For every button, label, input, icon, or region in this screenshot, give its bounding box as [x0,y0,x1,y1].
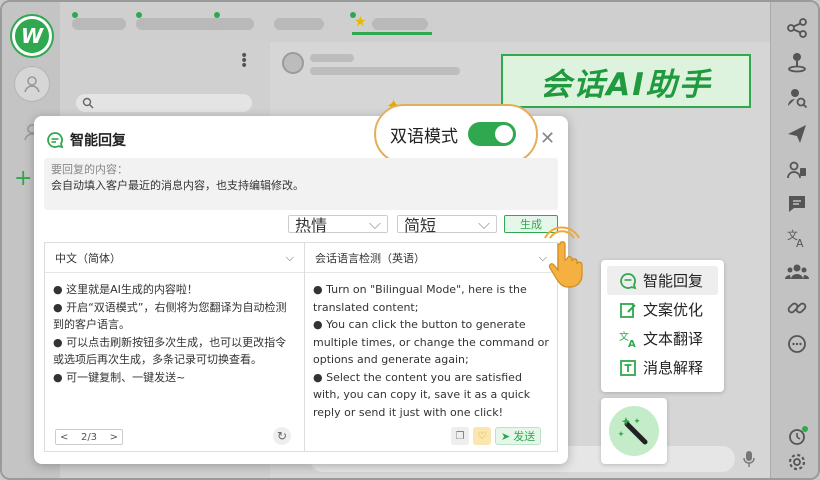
menu-item-smart-reply[interactable]: 智能回复 [607,266,718,295]
ai-assistant-button[interactable] [601,398,667,464]
chat-icon [47,132,64,149]
menu-item-message-explain[interactable]: 消息解释 [607,353,718,382]
app-window: W + ★ • • • 文 A 会话AI助手 智能回复 双语模式 ✕ 要回复的内… [0,0,820,480]
send-button[interactable]: ➤ 发送 [495,427,542,445]
feature-banner: 会话AI助手 [501,54,751,108]
source-language-pane: 中文（简体） ⌵ ● 这里就是AI生成的内容啦！ ● 开启“双语模式”，右侧将为… [45,243,305,451]
result-panes: 中文（简体） ⌵ ● 这里就是AI生成的内容啦！ ● 开启“双语模式”，右侧将为… [44,242,558,452]
location-user-icon[interactable] [783,48,811,76]
target-language-select[interactable]: 会话语言检测（英语） ⌵ [305,243,557,273]
content-line: ● 可一键复制、一键发送~ [53,370,186,384]
target-language-pane: 会话语言检测（英语） ⌵ ● Turn on "Bilingual Mode",… [305,243,557,451]
menu-item-label: 消息解释 [643,359,704,377]
chat-icon [620,272,637,289]
send-plane-icon[interactable] [783,120,811,148]
tone-select-value: 热情 [295,216,328,235]
content-line: ● Turn on "Bilingual Mode", here is the … [313,283,527,314]
dialog-title-text: 智能回复 [70,133,126,149]
user-search-icon[interactable] [783,84,811,112]
menu-item-label: 文案优化 [643,301,704,319]
tab-3[interactable] [214,18,254,30]
svg-text:A: A [796,237,804,249]
send-plane-icon: ➤ [501,429,511,443]
microphone-icon[interactable] [742,450,756,472]
tone-select[interactable]: 热情 ⌵ [288,214,388,235]
magic-wand-icon [609,406,659,456]
generated-content[interactable]: ● 这里就是AI生成的内容啦！ ● 开启“双语模式”，右侧将为您翻译为自动检测到… [45,273,304,394]
contact-avatar [282,52,304,74]
content-line: ● You can click the button to generate m… [313,318,549,366]
chevron-down-icon: ⌵ [477,214,490,233]
user-avatar-icon[interactable] [14,66,50,102]
tab-1[interactable] [72,18,126,30]
menu-item-copy-optimize[interactable]: 文案优化 [607,295,718,324]
tab-5[interactable] [372,18,428,30]
dialog-title: 智能回复 [46,130,126,150]
share-icon[interactable] [783,14,811,42]
app-logo[interactable]: W [12,16,52,56]
tab-4[interactable] [274,18,324,30]
ai-feature-menu: 智能回复 文案优化 文A 文本翻译 消息解释 [601,260,724,392]
content-line: ● 开启“双语模式”，右侧将为您翻译为自动检测到的客户语言。 [53,300,287,332]
tab-bar: ★ [60,2,770,42]
edit-icon [620,302,636,318]
copy-icon[interactable]: ❐ [451,427,469,445]
menu-item-label: 智能回复 [643,272,704,290]
support-chat-icon[interactable] [783,330,811,358]
pointing-hand-icon [542,224,594,292]
settings-gear-icon[interactable] [783,448,811,476]
message-icon[interactable] [783,190,811,218]
result-actions: ❐ ♡ ➤ 发送 [451,427,542,445]
close-icon[interactable]: ✕ [540,128,555,149]
content-line: ● 这里就是AI生成的内容啦！ [53,283,198,296]
chevron-down-icon: ⌵ [285,250,294,264]
banner-title: 会话AI助手 [540,66,712,103]
add-icon[interactable]: + [14,168,34,190]
next-page-button[interactable]: > [110,432,118,443]
chevron-down-icon: ⌵ [368,214,381,233]
active-tab-indicator [352,32,432,35]
link-icon[interactable] [783,294,811,322]
contacts-group-icon[interactable] [783,156,811,184]
source-text: 会自动填入客户最近的消息内容，也支持编辑修改。 [51,179,304,192]
more-icon[interactable]: • • • [240,49,248,73]
bilingual-mode-toggle[interactable] [468,122,516,146]
smart-reply-dialog: 智能回复 ✦ 双语模式 ✕ 要回复的内容： 会自动填入客户最近的消息内容，也支持… [34,96,568,464]
alarm-clock-icon[interactable] [783,422,811,450]
source-hint: 要回复的内容： [51,163,128,176]
source-language-label: 中文（简体） [55,251,121,265]
search-input[interactable] [76,94,252,112]
page-indicator: 2/3 [80,431,98,443]
search-icon [82,97,94,109]
result-pager: < 2/3 > [55,429,123,445]
star-icon: ★ [354,14,367,30]
source-language-select[interactable]: 中文（简体） ⌵ [45,243,304,273]
source-content-box[interactable]: 要回复的内容： 会自动填入客户最近的消息内容，也支持编辑修改。 [44,158,558,210]
team-icon[interactable] [783,258,811,286]
translate-icon[interactable]: 文A [783,224,811,252]
content-line: ● 可以点击刷新按钮多次生成，也可以更改指令或选项后再次生成，多条记录可切换查看… [53,335,287,367]
right-toolbar: 文A [770,2,818,478]
translated-content[interactable]: ● Turn on "Bilingual Mode", here is the … [305,273,557,429]
svg-text:A: A [628,339,636,348]
target-language-label: 会话语言检测（英语） [315,251,425,265]
refresh-icon[interactable]: ↻ [273,427,291,445]
send-button-label: 发送 [513,430,536,443]
length-select[interactable]: 简短 ⌵ [397,214,497,235]
heart-icon[interactable]: ♡ [473,427,491,445]
length-select-value: 简短 [404,216,437,235]
prev-page-button[interactable]: < [60,432,68,443]
contact-status-placeholder [310,67,460,75]
menu-item-text-translate[interactable]: 文A 文本翻译 [607,324,718,353]
content-line: ● Select the content you are satisfied w… [313,370,531,419]
translate-icon: 文A [619,330,636,348]
bilingual-mode-label: 双语模式 [390,126,458,147]
menu-item-label: 文本翻译 [643,330,704,348]
contact-name-placeholder [310,54,354,62]
bilingual-mode-callout: 双语模式 [374,104,538,164]
text-icon [620,359,636,376]
